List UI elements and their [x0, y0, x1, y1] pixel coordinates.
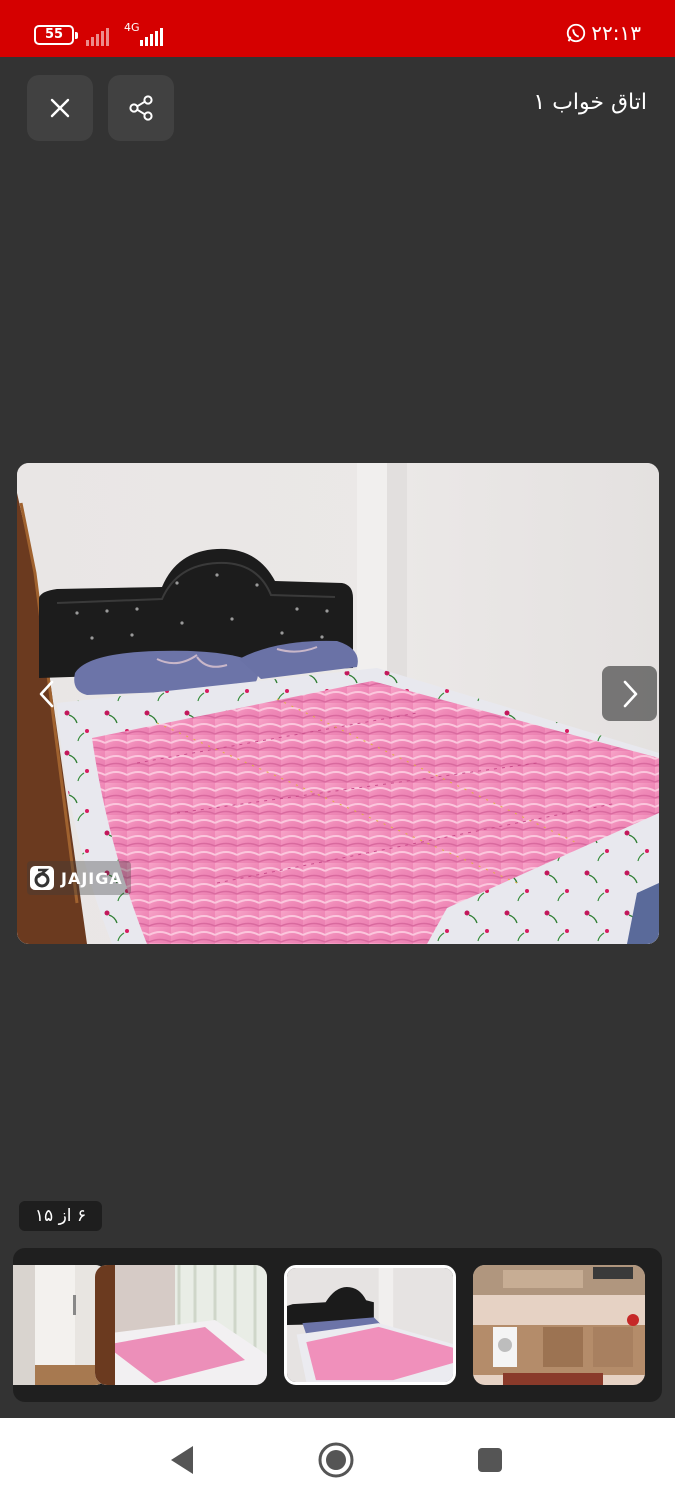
whatsapp-icon: [567, 23, 586, 43]
battery-level: 55: [44, 27, 64, 42]
jajiga-logo-icon: [30, 866, 54, 890]
back-button[interactable]: [160, 1438, 204, 1482]
share-button[interactable]: [108, 75, 174, 141]
time-text: ۲۲:۱۳: [591, 21, 641, 45]
thumbnail-image: [287, 1268, 453, 1382]
signal-sim1-icon: [86, 22, 109, 46]
home-button[interactable]: [314, 1438, 358, 1482]
battery-icon: 55: [34, 25, 78, 45]
photo-counter: ۶ از ۱۵: [19, 1201, 102, 1231]
signal-sim2-icon: [140, 22, 163, 46]
thumbnail-strip[interactable]: [13, 1248, 662, 1402]
thumbnail-wardrobe[interactable]: [13, 1265, 107, 1385]
page-title: اتاق خواب ۱: [533, 90, 647, 115]
share-icon: [129, 95, 153, 121]
recents-square-icon: [478, 1448, 502, 1472]
chevron-left-icon: [39, 680, 53, 707]
thumbnail-image: [473, 1265, 645, 1385]
close-icon: [50, 98, 70, 118]
close-button[interactable]: [27, 75, 93, 141]
back-triangle-icon: [171, 1446, 193, 1474]
status-bar: 55 4G ۲۲:۱۳: [0, 0, 675, 57]
watermark-text: JAJIGA: [61, 868, 123, 888]
system-navigation-bar: [0, 1418, 675, 1500]
thumbnail-bedroom-window[interactable]: [95, 1265, 267, 1385]
thumbnail-image: [13, 1265, 107, 1385]
previous-photo-button[interactable]: [19, 666, 74, 721]
thumbnail-kitchen[interactable]: [473, 1265, 645, 1385]
home-circle-icon: [318, 1442, 354, 1478]
listing-photo[interactable]: JAJIGA: [17, 463, 659, 944]
thumbnail-image: [95, 1265, 267, 1385]
network-type: 4G: [124, 21, 140, 34]
chevron-right-icon: [623, 680, 637, 707]
watermark: JAJIGA: [27, 861, 131, 895]
thumbnail-bedroom-current[interactable]: [284, 1265, 456, 1385]
recents-button[interactable]: [468, 1438, 512, 1482]
status-time: ۲۲:۱۳: [565, 21, 641, 45]
next-photo-button[interactable]: [602, 666, 657, 721]
